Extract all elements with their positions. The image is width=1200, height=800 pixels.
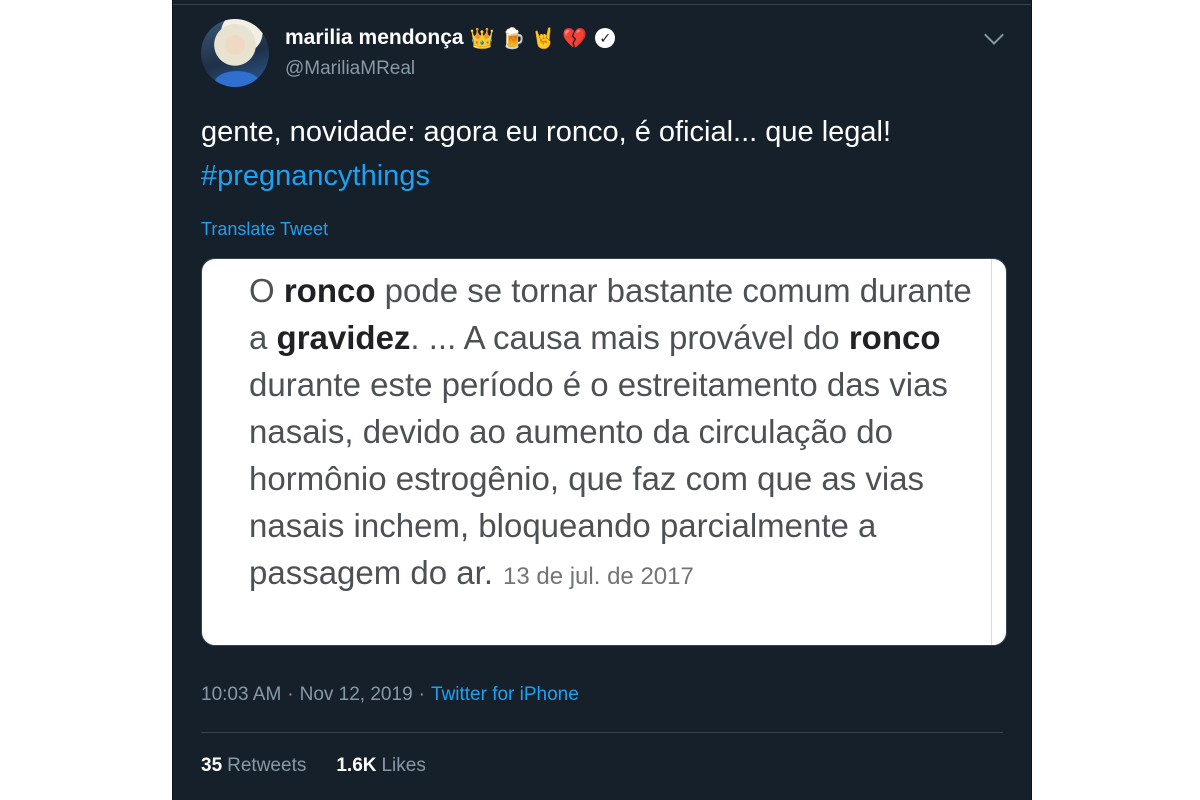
likes-count: 1.6K (336, 755, 377, 776)
meta-separator: · (287, 684, 294, 705)
media-text-segment: durante este período é o estreitamento d… (249, 366, 948, 591)
media-edge-line (991, 259, 992, 645)
user-handle[interactable]: @MariliaMReal (285, 58, 415, 80)
media-text-bold: ronco (848, 319, 941, 356)
tweet-time[interactable]: 10:03 AM (201, 684, 281, 705)
display-name[interactable]: marilia mendonça (285, 26, 464, 50)
retweets-count: 35 (201, 755, 223, 776)
tweet-body: gente, novidade: agora eu ronco, é ofici… (201, 116, 892, 148)
tweet-meta: 10:03 AM · Nov 12, 2019 · Twitter for iPhone (201, 684, 579, 706)
media-text-segment: O (249, 272, 284, 309)
tweet-source-link[interactable]: Twitter for iPhone (431, 684, 579, 705)
media-text-segment: . ... A causa mais provável do (410, 319, 849, 356)
likes-label: Likes (381, 755, 426, 776)
user-name-row[interactable]: marilia mendonça 👑 🍺 🤘 💔 ✓ (285, 26, 616, 50)
hashtag-link[interactable]: #pregnancythings (201, 154, 1001, 198)
media-text-bold: gravidez (276, 319, 411, 356)
retweets-label: Retweets (227, 755, 307, 776)
tweet-stats: 35 Retweets 1.6K Likes (201, 755, 426, 777)
stats-divider (201, 732, 1003, 733)
top-divider (173, 4, 1031, 5)
chevron-down-icon[interactable] (984, 25, 1004, 45)
tweet-media-image[interactable]: O ronco pode se tornar bastante comum du… (201, 258, 1007, 646)
crown-icon: 👑 (469, 26, 495, 50)
retweets-stat[interactable]: 35 Retweets (201, 755, 306, 777)
media-date: 13 de jul. de 2017 (503, 563, 694, 590)
tweet-date[interactable]: Nov 12, 2019 (300, 684, 413, 705)
media-text-bold: ronco (283, 272, 376, 309)
translate-tweet-link[interactable]: Translate Tweet (201, 219, 328, 240)
tweet-panel: marilia mendonça 👑 🍺 🤘 💔 ✓ @MariliaMReal… (172, 0, 1032, 800)
tweet-text: gente, novidade: agora eu ronco, é ofici… (201, 110, 1001, 198)
beer-icon: 🍺 (500, 26, 526, 50)
likes-stat[interactable]: 1.6K Likes (336, 755, 426, 777)
avatar[interactable] (201, 19, 269, 87)
meta-separator: · (418, 684, 425, 705)
broken-heart-icon: 💔 (562, 26, 588, 50)
media-quote-text: O ronco pode se tornar bastante comum du… (249, 267, 979, 600)
verified-badge-icon: ✓ (595, 28, 616, 48)
rock-hand-icon: 🤘 (531, 26, 557, 50)
